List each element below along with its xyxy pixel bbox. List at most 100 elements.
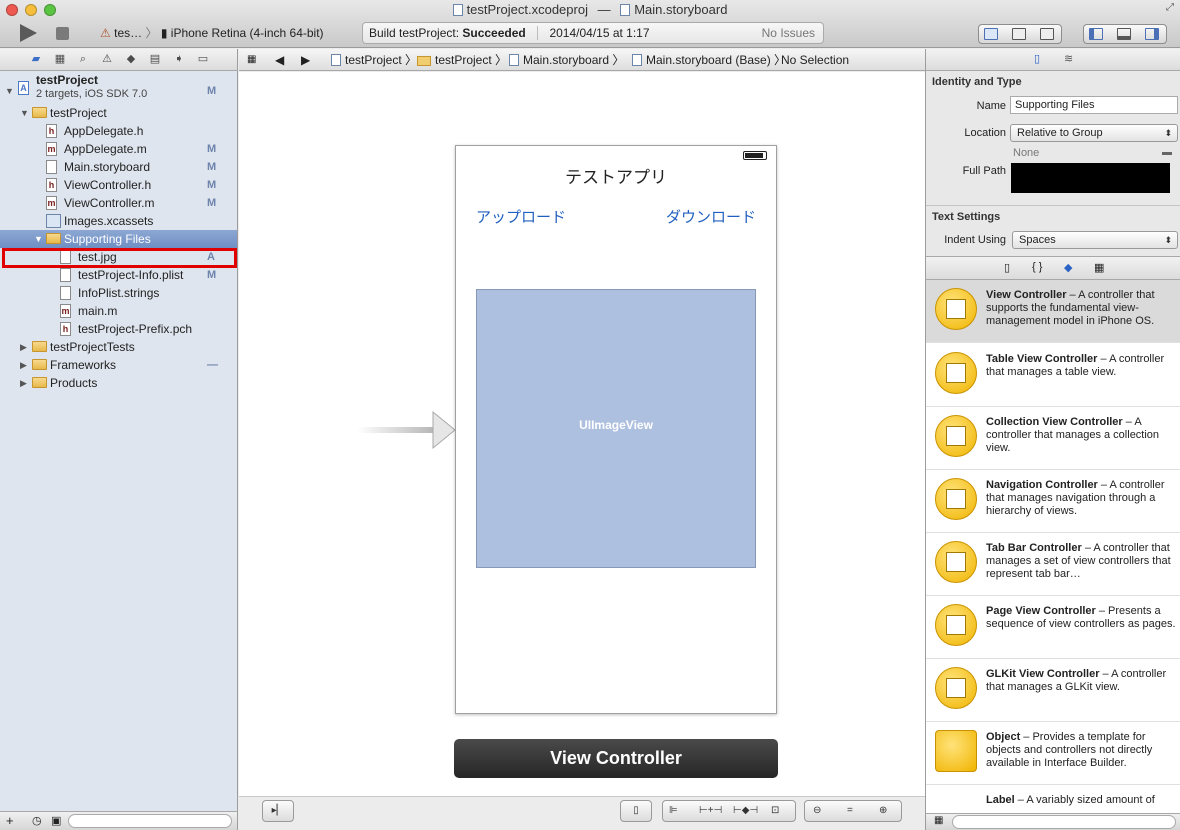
standard-editor-icon[interactable] <box>984 28 998 40</box>
breadcrumb-selection[interactable]: No Selection <box>781 49 849 71</box>
upload-button[interactable]: アップロード <box>476 206 566 227</box>
file-template-icon[interactable]: ▯ <box>1004 261 1010 274</box>
download-button[interactable]: ダウンロード <box>666 206 756 227</box>
file-inspector-icon[interactable]: ▯ <box>1034 52 1040 65</box>
project-root-row[interactable]: ▼ A testProject 2 targets, iOS SDK 7.0 M <box>0 73 237 103</box>
navigator-item[interactable]: h ViewController.h M <box>0 176 237 194</box>
assistant-editor-icon[interactable] <box>1012 28 1026 40</box>
navigator-item[interactable]: m AppDelegate.m M <box>0 140 237 158</box>
choose-folder-icon[interactable]: ▬ <box>1162 147 1172 158</box>
filter-input[interactable] <box>68 814 232 828</box>
folder-icon[interactable]: ▰ <box>30 54 42 65</box>
navigator-item[interactable]: m main.m <box>0 302 237 320</box>
scm-filter-icon[interactable]: ▣ <box>51 814 61 827</box>
library-item[interactable]: Page View Controller – Presents a sequen… <box>926 596 1180 659</box>
navigator-item[interactable]: h AppDelegate.h <box>0 122 237 140</box>
library-item[interactable]: Navigation Controller – A controller tha… <box>926 470 1180 533</box>
breadcrumb-project[interactable]: testProject 〉 <box>331 49 417 71</box>
media-library-icon[interactable]: ▦ <box>1094 261 1104 274</box>
source-file-icon <box>60 268 71 282</box>
form-factor-icon[interactable]: ▯ <box>620 800 652 822</box>
align-icon[interactable]: ⊫ <box>669 801 678 821</box>
stop-button[interactable] <box>56 27 69 40</box>
scene-dock-label[interactable]: View Controller <box>454 739 778 778</box>
breadcrumb-storyboard-base[interactable]: Main.storyboard (Base) 〉 <box>632 49 786 71</box>
recent-icon[interactable]: ◷ <box>32 814 42 827</box>
breakpoint-icon[interactable]: ➧ <box>173 54 185 65</box>
symbol-icon[interactable]: ▦ <box>54 54 66 65</box>
location-popup[interactable]: Relative to Group <box>1010 124 1178 142</box>
navigator-item[interactable]: Images.xcassets <box>0 212 237 230</box>
version-editor-icon[interactable] <box>1040 28 1054 40</box>
location-label: Location <box>964 127 1006 139</box>
navigator-item[interactable]: m ViewController.m M <box>0 194 237 212</box>
library-item[interactable]: Table View Controller – A controller tha… <box>926 344 1180 407</box>
annotation-highlight-box <box>2 248 237 268</box>
navigator-item[interactable]: testProject-Info.plist M <box>0 266 237 284</box>
disclosure-closed-icon[interactable]: ▶ <box>20 374 27 392</box>
name-field[interactable]: Supporting Files <box>1010 96 1178 114</box>
quick-help-icon[interactable]: ≋ <box>1064 52 1073 65</box>
code-snippet-icon[interactable]: { } <box>1032 261 1042 273</box>
navigation-title[interactable]: テストアプリ <box>456 163 776 188</box>
grid-view-icon[interactable]: ▦ <box>934 815 943 826</box>
resolve-icon[interactable]: ⊢◆⊣ <box>733 801 758 821</box>
library-item[interactable]: Label – A variably sized amount of <box>926 785 1180 813</box>
navigator-item[interactable]: h testProject-Prefix.pch <box>0 320 237 338</box>
navigator-item[interactable]: ▶ testProjectTests <box>0 338 237 356</box>
library-item-title: GLKit View Controller <box>986 668 1100 680</box>
library-item[interactable]: Collection View Controller – A controlle… <box>926 407 1180 470</box>
navigator-item[interactable]: InfoPlist.strings <box>0 284 237 302</box>
scheme-selector[interactable]: ⚠︎ tes… 〉 ▮ iPhone Retina (4-inch 64-bit… <box>100 24 324 42</box>
indent-popup[interactable]: Spaces <box>1012 231 1178 249</box>
disclosure-open-icon[interactable]: ▼ <box>20 104 29 122</box>
initial-scene-arrow[interactable] <box>357 410 457 450</box>
scm-status-badge: M <box>207 161 217 173</box>
related-items-icon[interactable]: ▦ <box>247 49 256 71</box>
fullscreen-icon[interactable]: ⤢ <box>1166 2 1174 13</box>
library-object-icon <box>935 541 977 583</box>
navigator-item[interactable]: Main.storyboard M <box>0 158 237 176</box>
library-item[interactable]: Tab Bar Controller – A controller that m… <box>926 533 1180 596</box>
scheme-icon: ⚠︎ <box>100 26 111 40</box>
library-filter-input[interactable] <box>952 815 1176 829</box>
disclosure-closed-icon[interactable]: ▶ <box>20 338 27 356</box>
resizing-icon[interactable]: ⊡ <box>771 801 779 821</box>
source-file-icon <box>60 286 71 300</box>
search-icon[interactable]: ⌕ <box>77 54 89 65</box>
navigator-item[interactable]: ▼ Supporting Files <box>0 230 237 248</box>
library-item[interactable]: View Controller – A controller that supp… <box>926 280 1180 343</box>
log-icon[interactable]: ▭ <box>197 54 209 65</box>
navigator-item[interactable]: ▶ Frameworks — <box>0 356 237 374</box>
library-item[interactable]: GLKit View Controller – A controller tha… <box>926 659 1180 722</box>
library-item-title: Navigation Controller <box>986 479 1098 491</box>
test-icon[interactable]: ◆ <box>125 54 137 65</box>
zoom-out-icon[interactable]: ⊖ <box>813 801 821 821</box>
library-item[interactable]: Object – Provides a template for objects… <box>926 722 1180 785</box>
utilities-toggle-icon[interactable] <box>1145 28 1159 40</box>
back-icon[interactable]: ◀ <box>275 49 284 71</box>
navigator-toggle-icon[interactable] <box>1089 28 1103 40</box>
battery-icon <box>743 151 767 160</box>
document-outline-toggle[interactable]: ▸▏ <box>262 800 294 822</box>
autolayout-controls: ⊫ ⊢+⊣ ⊢◆⊣ ⊡ <box>662 800 796 822</box>
breadcrumb-storyboard[interactable]: Main.storyboard 〉 <box>509 49 624 71</box>
library-filter-bar: ▦ <box>925 813 1180 830</box>
object-library-icon[interactable]: ◆ <box>1064 261 1072 274</box>
breadcrumb-group[interactable]: testProject 〉 <box>417 49 507 71</box>
zoom-actual-icon[interactable]: = <box>847 801 853 821</box>
disclosure-closed-icon[interactable]: ▶ <box>20 356 27 374</box>
run-button[interactable] <box>20 24 37 42</box>
forward-icon[interactable]: ▶ <box>301 49 310 71</box>
issue-icon[interactable]: ⚠ <box>101 54 113 65</box>
navigator-item[interactable]: ▶ Products <box>0 374 237 392</box>
debug-area-toggle-icon[interactable] <box>1117 28 1131 40</box>
disclosure-open-icon[interactable]: ▼ <box>34 230 43 248</box>
pin-icon[interactable]: ⊢+⊣ <box>699 801 722 821</box>
navigator-item[interactable]: ▼ testProject <box>0 104 237 122</box>
add-icon[interactable]: + <box>6 813 14 828</box>
issues-count[interactable]: No Issues <box>762 23 815 43</box>
disclosure-open-icon[interactable]: ▼ <box>5 82 14 100</box>
zoom-in-icon[interactable]: ⊕ <box>879 801 887 821</box>
debug-icon[interactable]: ▤ <box>149 54 161 65</box>
